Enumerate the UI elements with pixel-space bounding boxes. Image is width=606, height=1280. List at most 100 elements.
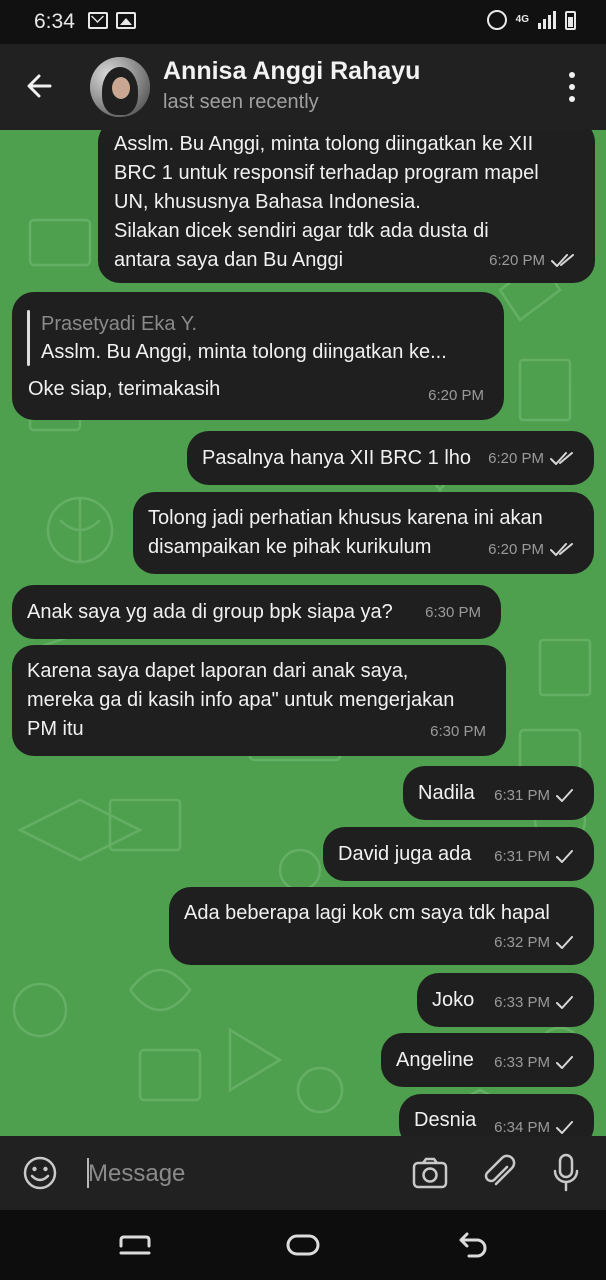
- message-meta: 6:33 PM: [494, 1048, 574, 1077]
- incoming-message[interactable]: Prasetyadi Eka Y. Asslm. Bu Anggi, minta …: [12, 292, 504, 420]
- message-time: 6:33 PM: [494, 1054, 550, 1071]
- single-check-icon: [556, 1055, 573, 1069]
- message-line: Joko: [432, 989, 475, 1011]
- message-line: Desnia: [414, 1109, 477, 1131]
- message-text: Oke siap, terimakasih: [28, 375, 220, 404]
- message-meta: 6:20 PM: [489, 246, 575, 275]
- message-line: Nadila: [418, 782, 475, 804]
- recent-apps-icon[interactable]: [115, 1228, 155, 1262]
- outgoing-message[interactable]: Pasalnya hanya XII BRC 1 lho 6:20 PM: [187, 431, 594, 485]
- chat-area[interactable]: Asslm. Bu Anggi, minta tolong diingatkan…: [0, 130, 606, 1136]
- single-check-icon: [556, 849, 573, 863]
- message-text: Anak saya yg ada di group bpk siapa ya?: [27, 598, 393, 627]
- double-check-icon: [550, 542, 573, 556]
- double-check-icon: [551, 253, 574, 267]
- double-check-icon: [550, 451, 573, 465]
- message-composer: Message: [0, 1136, 606, 1210]
- message-time: 6:31 PM: [494, 848, 550, 865]
- reply-quote-author[interactable]: Prasetyadi Eka Y.: [41, 310, 197, 339]
- incoming-message[interactable]: Karena saya dapet laporan dari anak saya…: [12, 645, 506, 756]
- message-time: 6:20 PM: [428, 387, 484, 404]
- message-line: Asslm. Bu Anggi, minta tolong diingatkan…: [114, 133, 534, 155]
- chat-header: Annisa Anggi Rahayu last seen recently: [0, 44, 606, 130]
- mail-icon: [88, 12, 108, 29]
- message-meta: 6:31 PM: [494, 842, 574, 871]
- message-line: disampaikan ke pihak kurikulum: [148, 536, 432, 558]
- message-line: Tolong jadi perhatian khusus karena ini …: [148, 507, 543, 529]
- incoming-message[interactable]: Anak saya yg ada di group bpk siapa ya? 6…: [12, 585, 501, 639]
- camera-icon[interactable]: [411, 1155, 449, 1191]
- message-text: Ada beberapa lagi kok cm saya tdk hapal: [184, 899, 550, 928]
- message-input[interactable]: Message: [88, 1160, 185, 1188]
- single-check-icon: [556, 1120, 573, 1134]
- message-line: David juga ada: [338, 843, 472, 865]
- message-time: 6:20 PM: [488, 541, 544, 558]
- message-meta: 6:20 PM: [488, 535, 574, 564]
- more-options-button[interactable]: [562, 72, 582, 102]
- message-line: PM itu: [27, 718, 84, 740]
- message-meta: 6:33 PM: [494, 988, 574, 1017]
- message-meta: 6:30 PM: [430, 717, 486, 746]
- back-nav-icon[interactable]: [453, 1228, 493, 1262]
- system-nav-bar: [0, 1210, 606, 1280]
- single-check-icon: [556, 788, 573, 802]
- message-time: 6:33 PM: [494, 994, 550, 1011]
- outgoing-message[interactable]: Asslm. Bu Anggi, minta tolong diingatkan…: [98, 130, 595, 283]
- signal-icon: [538, 11, 556, 29]
- message-line: mereka ga di kasih info apa" untuk menge…: [27, 689, 455, 711]
- message-time: 6:20 PM: [488, 450, 544, 467]
- home-icon[interactable]: [283, 1228, 323, 1262]
- status-bar: 6:34 4G: [0, 0, 606, 44]
- reply-quote-bar: [27, 310, 30, 366]
- message-time: 6:30 PM: [430, 723, 486, 740]
- message-text: Pasalnya hanya XII BRC 1 lho: [202, 444, 471, 473]
- arrow-left-icon: [27, 74, 52, 98]
- message-text: Joko: [432, 986, 474, 1015]
- avatar[interactable]: [90, 57, 150, 117]
- contact-name[interactable]: Annisa Anggi Rahayu: [163, 57, 420, 86]
- outgoing-message[interactable]: Tolong jadi perhatian khusus karena ini …: [133, 492, 594, 574]
- message-meta: 6:20 PM: [428, 381, 484, 410]
- message-line: Anak saya yg ada di group bpk siapa ya?: [27, 601, 393, 623]
- message-meta: 6:30 PM: [425, 598, 481, 627]
- message-text: Asslm. Bu Anggi, minta tolong diingatkan…: [114, 130, 539, 275]
- attach-icon[interactable]: [481, 1153, 517, 1193]
- message-text: David juga ada: [338, 840, 471, 869]
- message-line: Oke siap, terimakasih: [28, 378, 221, 400]
- outgoing-message[interactable]: Joko 6:33 PM: [417, 973, 594, 1027]
- alarm-icon: [486, 10, 507, 30]
- message-meta: 6:31 PM: [494, 781, 574, 810]
- message-time: 6:30 PM: [425, 604, 481, 621]
- message-line: Pasalnya hanya XII BRC 1 lho: [202, 447, 472, 469]
- message-meta: 6:20 PM: [488, 444, 574, 473]
- message-line: BRC 1 untuk responsif terhadap program m…: [114, 162, 539, 184]
- status-time: 6:34: [34, 10, 75, 33]
- emoji-icon[interactable]: [22, 1155, 58, 1191]
- reply-quote-text[interactable]: Asslm. Bu Anggi, minta tolong diingatkan…: [41, 338, 447, 367]
- battery-icon: [565, 10, 576, 30]
- message-line: Angeline: [396, 1049, 474, 1071]
- message-text: Desnia: [414, 1106, 476, 1135]
- message-time: 6:32 PM: [494, 934, 550, 951]
- message-text: Angeline: [396, 1046, 474, 1075]
- message-meta: 6:34 PM: [494, 1113, 574, 1136]
- image-icon: [116, 12, 136, 29]
- contact-status: last seen recently: [163, 91, 319, 113]
- outgoing-message[interactable]: Desnia 6:34 PM: [399, 1094, 594, 1136]
- back-button[interactable]: [20, 66, 60, 106]
- message-line: Karena saya dapet laporan dari anak saya…: [27, 660, 409, 682]
- outgoing-message[interactable]: David juga ada 6:31 PM: [323, 827, 594, 881]
- message-text: Karena saya dapet laporan dari anak saya…: [27, 657, 454, 744]
- outgoing-message[interactable]: Nadila 6:31 PM: [403, 766, 594, 820]
- message-text: Nadila: [418, 779, 475, 808]
- message-line: UN, khususnya Bahasa Indonesia.: [114, 191, 421, 213]
- outgoing-message[interactable]: Ada beberapa lagi kok cm saya tdk hapal 6…: [169, 887, 594, 965]
- single-check-icon: [556, 935, 573, 949]
- more-vertical-icon: [569, 72, 575, 78]
- microphone-icon[interactable]: [550, 1152, 582, 1194]
- message-line: Silakan dicek sendiri agar tdk ada dusta…: [114, 220, 489, 242]
- message-meta: 6:32 PM: [494, 928, 574, 957]
- outgoing-message[interactable]: Angeline 6:33 PM: [381, 1033, 594, 1087]
- message-time: 6:34 PM: [494, 1119, 550, 1136]
- message-line: antara saya dan Bu Anggi: [114, 249, 344, 271]
